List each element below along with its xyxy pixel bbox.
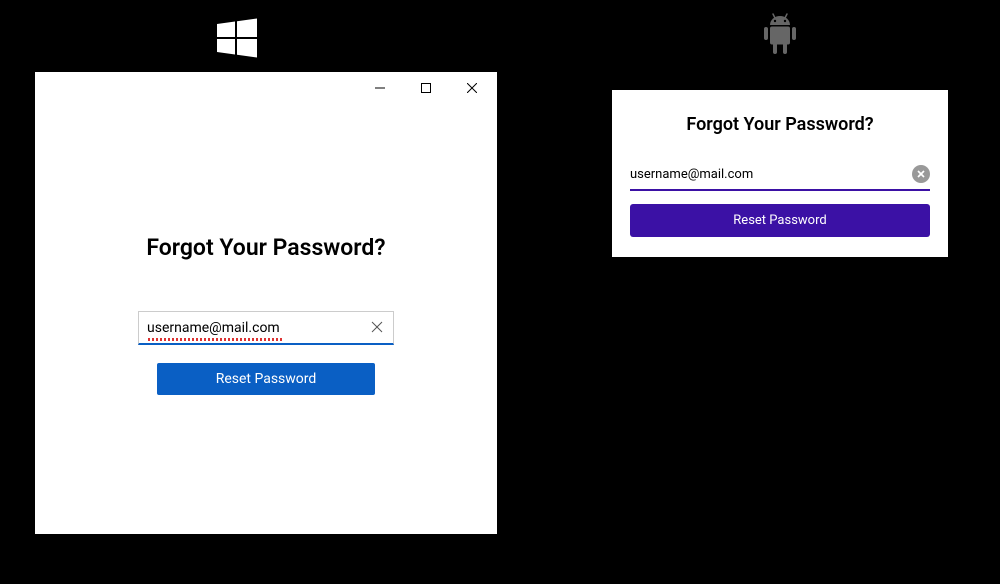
- clear-input-icon[interactable]: [912, 165, 930, 183]
- spellcheck-indicator: [148, 338, 284, 341]
- windows-os-icon: [217, 18, 257, 58]
- maximize-button[interactable]: [403, 73, 449, 103]
- email-field[interactable]: [630, 167, 912, 182]
- reset-password-button[interactable]: Reset Password: [157, 363, 375, 395]
- minimize-button[interactable]: [357, 73, 403, 103]
- windows-titlebar: [35, 72, 497, 104]
- reset-password-button[interactable]: Reset Password: [630, 204, 930, 237]
- windows-password-dialog: Forgot Your Password? Reset Password: [35, 72, 497, 534]
- clear-input-icon[interactable]: [369, 316, 385, 339]
- android-password-dialog: Forgot Your Password? Reset Password: [612, 90, 948, 257]
- forgot-password-heading: Forgot Your Password?: [35, 234, 497, 261]
- email-input-container[interactable]: [138, 311, 394, 345]
- email-field[interactable]: [147, 320, 369, 336]
- android-os-icon: [760, 12, 800, 60]
- forgot-password-heading: Forgot Your Password?: [630, 114, 930, 135]
- close-button[interactable]: [449, 73, 495, 103]
- email-input-container[interactable]: [630, 165, 930, 191]
